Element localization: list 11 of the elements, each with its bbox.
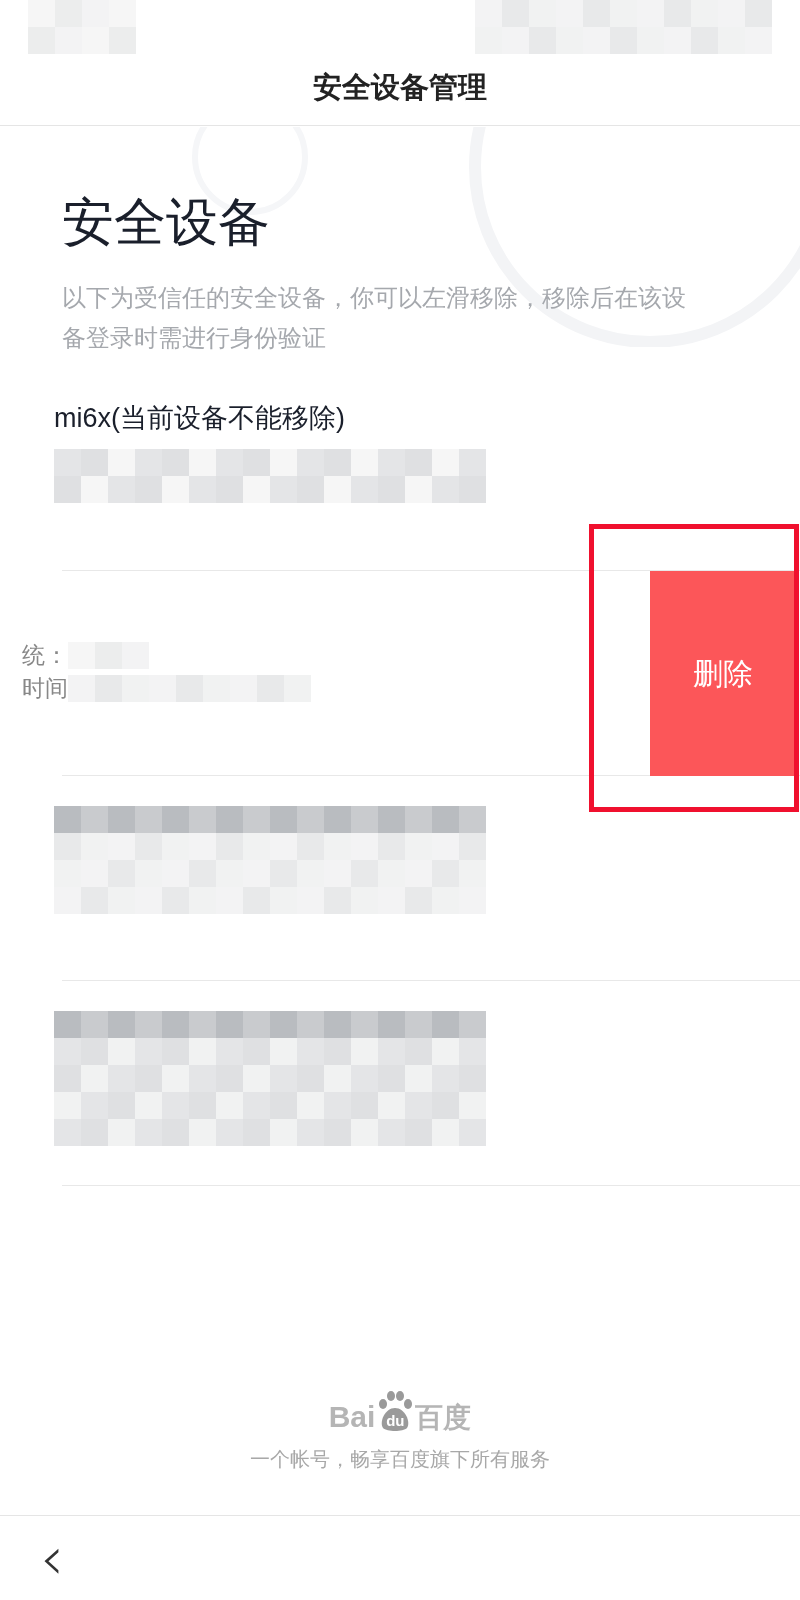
slogan-text: 一个帐号，畅享百度旗下所有服务 — [250, 1447, 550, 1472]
logo-text: du — [386, 1413, 405, 1428]
logo-text: Bai — [328, 1402, 376, 1432]
device-name: mi6x(当前设备不能移除) — [54, 402, 346, 435]
logo-text: 百度 — [415, 1404, 472, 1432]
device-info-label: 时间 — [22, 674, 68, 704]
page-title: 安全设备管理 — [313, 69, 487, 105]
device-info-label: 统： — [22, 641, 68, 671]
description-text: 以下为受信任的安全设备，你可以左滑移除，移除后在该设备登录时需进行身份验证 — [62, 283, 687, 353]
section-heading: 安全设备 — [62, 196, 271, 248]
back-button[interactable]: ‹ — [40, 1528, 64, 1588]
